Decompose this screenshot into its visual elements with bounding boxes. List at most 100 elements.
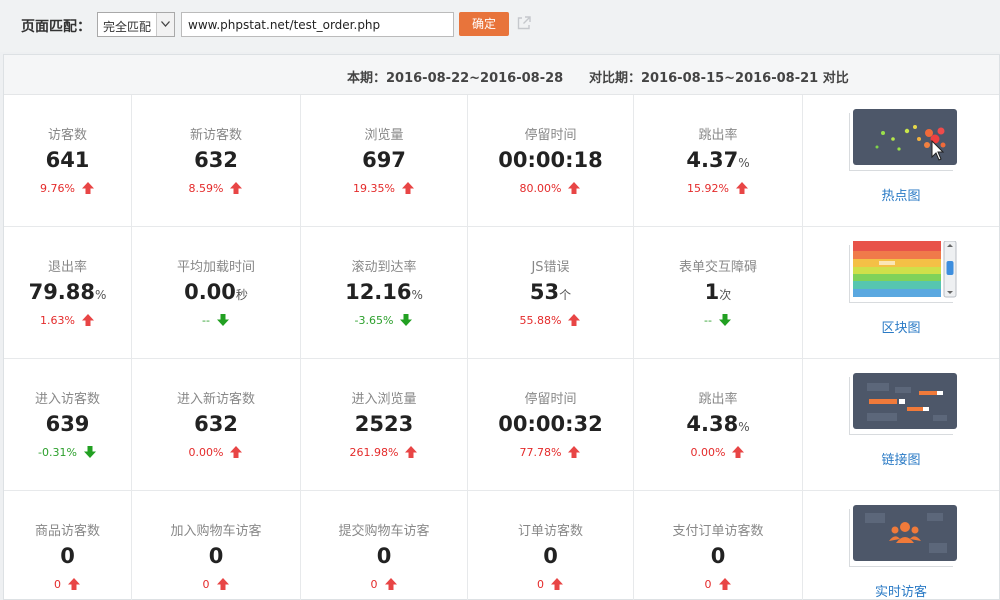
- confirm-button[interactable]: 确定: [459, 12, 509, 36]
- metric-label: 退出率: [47, 260, 87, 275]
- metric-label: 访客数: [47, 128, 87, 143]
- metric-change: 9.76%: [4, 181, 131, 195]
- metric-number: 53: [529, 280, 560, 304]
- metric-value: 12.16%: [301, 280, 467, 304]
- metric-value: 0: [4, 544, 131, 568]
- arrow-down-icon: [393, 314, 413, 327]
- period-bar: 本期：2016-08-22~2016-08-28 对比期：2016-08-15~…: [4, 55, 999, 95]
- block-map-thumbnail[interactable]: [848, 240, 957, 304]
- metric-change: --: [132, 313, 300, 327]
- metric-cell: 进入新访客数 632 0.00%: [132, 359, 301, 491]
- chevron-down-icon: [156, 13, 174, 36]
- metric-value: 0: [468, 544, 633, 568]
- realtime-visitors-thumbnail[interactable]: [848, 505, 957, 568]
- metric-cell: 访客数 641 9.76%: [4, 95, 132, 227]
- metric-label: 进入新访客数: [176, 392, 255, 407]
- thumbnail-cell[interactable]: 热点图: [803, 95, 999, 227]
- metric-label: 支付订单访客数: [672, 524, 764, 539]
- arrow-down-icon: [210, 314, 230, 327]
- metric-label: 浏览量: [364, 128, 404, 143]
- metric-number: 639: [45, 412, 90, 436]
- metric-label: 滚动到达率: [351, 260, 417, 275]
- metric-change: 15.92%: [634, 181, 802, 195]
- metric-cell: 新访客数 632 8.59%: [132, 95, 301, 227]
- metric-cell: 进入浏览量 2523 261.98%: [301, 359, 468, 491]
- stats-panel: 本期：2016-08-22~2016-08-28 对比期：2016-08-15~…: [3, 54, 1000, 600]
- metric-number: 12.16: [345, 280, 412, 304]
- metric-unit: 次: [719, 288, 732, 302]
- change-value: 261.98%: [349, 446, 399, 459]
- current-period: 本期：2016-08-22~2016-08-28: [347, 71, 564, 86]
- change-value: --: [704, 314, 712, 327]
- metric-value: 0.00秒: [132, 280, 300, 304]
- metric-change: 261.98%: [301, 445, 467, 459]
- metric-change: --: [634, 313, 802, 327]
- url-input[interactable]: www.phpstat.net/test_order.php: [181, 12, 454, 37]
- metric-label: 商品访客数: [34, 524, 100, 539]
- metric-change: -3.65%: [301, 313, 467, 327]
- change-value: 0: [704, 578, 712, 591]
- arrow-up-icon: [712, 578, 732, 591]
- change-value: 1.63%: [40, 314, 75, 327]
- metric-number: 0: [208, 544, 224, 568]
- change-value: 55.88%: [519, 314, 562, 327]
- metric-change: -0.31%: [4, 445, 131, 459]
- arrow-up-icon: [75, 314, 95, 327]
- metric-label: 加入购物车访客: [170, 524, 262, 539]
- metric-number: 632: [194, 148, 238, 172]
- metric-number: 0: [543, 544, 558, 568]
- metric-value: 2523: [301, 412, 467, 436]
- metric-number: 697: [362, 148, 406, 172]
- metric-value: 0: [301, 544, 467, 568]
- metric-change: 0.00%: [634, 445, 802, 459]
- metric-value: 79.88%: [4, 280, 131, 304]
- thumbnail-link[interactable]: 链接图: [803, 449, 999, 468]
- metric-number: 632: [194, 412, 238, 436]
- metric-cell: 平均加载时间 0.00秒 --: [132, 227, 301, 359]
- metric-value: 4.37%: [634, 148, 802, 172]
- metric-change: 77.78%: [468, 445, 633, 459]
- external-link-icon[interactable]: [516, 15, 532, 35]
- thumbnail-link[interactable]: 热点图: [803, 185, 999, 204]
- metric-cell: 提交购物车访客 0 0: [301, 491, 468, 600]
- metric-value: 632: [132, 412, 300, 436]
- metric-number: 1: [704, 280, 720, 304]
- metric-change: 0: [634, 577, 802, 591]
- change-value: 80.00%: [519, 182, 562, 195]
- change-value: -0.31%: [38, 446, 77, 459]
- metric-value: 639: [4, 412, 131, 436]
- metric-number: 0: [710, 544, 726, 568]
- thumbnail-cell[interactable]: 实时访客: [803, 491, 999, 600]
- metric-change: 80.00%: [468, 181, 633, 195]
- metric-cell: 加入购物车访客 0 0: [132, 491, 301, 600]
- thumbnail-cell[interactable]: 区块图: [803, 227, 999, 359]
- metric-label: 订单访客数: [517, 524, 583, 539]
- arrow-up-icon: [398, 446, 418, 459]
- heatmap-thumbnail[interactable]: [848, 109, 957, 172]
- metric-number: 00:00:18: [498, 148, 603, 172]
- metric-cell: 订单访客数 0 0: [468, 491, 634, 600]
- change-value: 8.59%: [188, 182, 224, 195]
- metric-label: 跳出率: [698, 392, 738, 407]
- metric-change: 19.35%: [301, 181, 467, 195]
- metric-cell: 支付订单访客数 0 0: [634, 491, 803, 600]
- metric-value: 632: [132, 148, 300, 172]
- thumbnail-cell[interactable]: 链接图: [803, 359, 999, 491]
- metric-row: 退出率 79.88% 1.63% 平均加载时间 0.00秒 -- 滚动到达率 12.16% -3…: [4, 227, 999, 359]
- metric-cell: 浏览量 697 19.35%: [301, 95, 468, 227]
- metric-number: 0: [376, 544, 392, 568]
- metric-unit: %: [738, 420, 750, 434]
- metric-label: 进入访客数: [34, 392, 100, 407]
- link-map-thumbnail[interactable]: [848, 373, 957, 436]
- metric-label: 进入浏览量: [351, 392, 417, 407]
- change-value: -3.65%: [354, 314, 394, 327]
- metric-label: 停留时间: [524, 128, 577, 143]
- thumbnail-link[interactable]: 实时访客: [803, 581, 999, 600]
- compare-period: 对比期：2016-08-15~2016-08-21 对比: [589, 71, 849, 86]
- thumbnail-link[interactable]: 区块图: [803, 317, 999, 336]
- toolbar: 页面匹配： 完全匹配 www.phpstat.net/test_order.ph…: [0, 0, 1000, 52]
- metric-unit: %: [95, 288, 107, 302]
- match-mode-select[interactable]: 完全匹配: [97, 12, 175, 37]
- arrow-up-icon: [378, 578, 398, 591]
- metric-value: 0: [634, 544, 802, 568]
